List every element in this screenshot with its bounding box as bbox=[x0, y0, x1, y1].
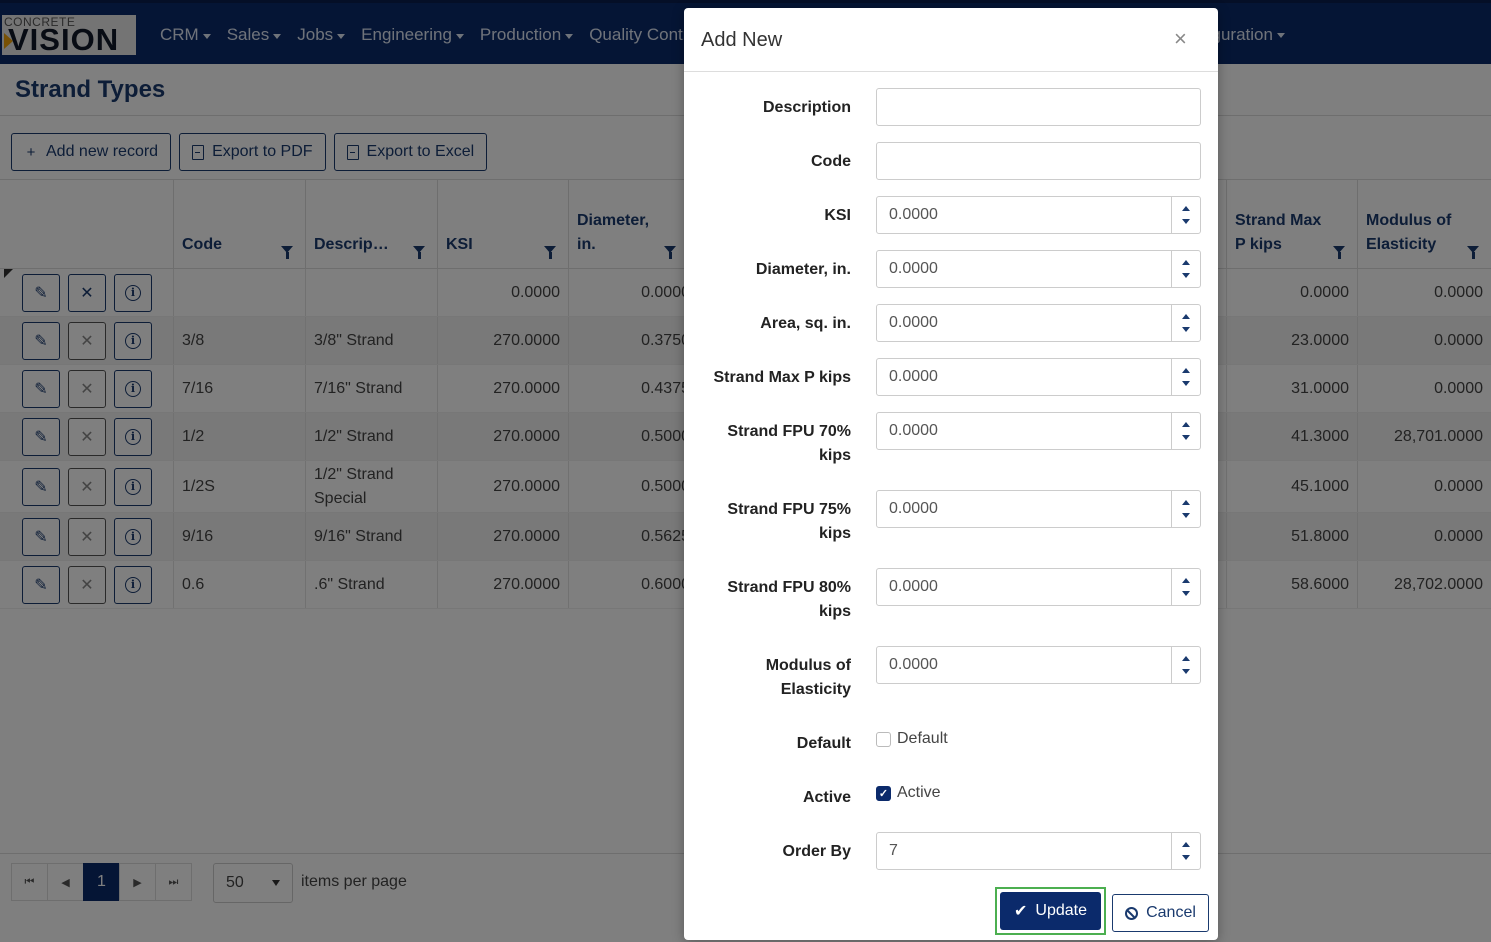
numeric-spinner[interactable] bbox=[1171, 833, 1200, 869]
numeric-spinner[interactable] bbox=[1171, 413, 1200, 449]
active-checkbox[interactable]: ✓ Active bbox=[876, 784, 941, 802]
active-label: Active bbox=[802, 789, 851, 806]
spin-up-icon[interactable] bbox=[1182, 656, 1190, 661]
numeric-spinner[interactable] bbox=[1171, 251, 1200, 287]
fpu75-label: Strand FPU 75% kips bbox=[727, 501, 851, 542]
spin-up-icon[interactable] bbox=[1182, 314, 1190, 319]
spin-down-icon[interactable] bbox=[1182, 669, 1190, 674]
description-label: Description bbox=[762, 99, 851, 116]
diameter-input[interactable]: 0.0000 bbox=[876, 250, 1201, 288]
spin-up-icon[interactable] bbox=[1182, 578, 1190, 583]
default-label: Default bbox=[796, 735, 851, 752]
spin-down-icon[interactable] bbox=[1182, 435, 1190, 440]
area-label: Area, sq. in. bbox=[760, 315, 851, 332]
diameter-label: Diameter, in. bbox=[755, 261, 851, 278]
spin-down-icon[interactable] bbox=[1182, 855, 1190, 860]
area-input[interactable]: 0.0000 bbox=[876, 304, 1201, 342]
add-new-dialog: Add New × Description Code KSI 0.0000 Di… bbox=[684, 8, 1218, 940]
checkbox-unchecked-icon[interactable] bbox=[876, 731, 891, 747]
dialog-title: Add New bbox=[701, 29, 783, 51]
max-p-label: Strand Max P kips bbox=[713, 369, 851, 386]
code-label: Code bbox=[811, 153, 851, 170]
spin-down-icon[interactable] bbox=[1182, 327, 1190, 332]
fpu70-label: Strand FPU 70% kips bbox=[727, 423, 851, 464]
order-by-label: Order By bbox=[782, 843, 851, 860]
numeric-spinner[interactable] bbox=[1171, 197, 1200, 233]
dialog-header: Add New × bbox=[684, 8, 1218, 72]
spin-up-icon[interactable] bbox=[1182, 206, 1190, 211]
close-icon[interactable]: × bbox=[1174, 26, 1187, 52]
code-input[interactable] bbox=[876, 142, 1201, 180]
spin-up-icon[interactable] bbox=[1182, 260, 1190, 265]
check-icon: ✔ bbox=[1014, 903, 1028, 920]
numeric-spinner[interactable] bbox=[1171, 647, 1200, 683]
order-by-input[interactable]: 7 bbox=[876, 832, 1201, 870]
max-p-input[interactable]: 0.0000 bbox=[876, 358, 1201, 396]
ksi-label: KSI bbox=[824, 207, 851, 224]
ban-icon bbox=[1125, 906, 1139, 920]
update-focus-ring: ✔ Update bbox=[995, 887, 1106, 935]
numeric-spinner[interactable] bbox=[1171, 491, 1200, 527]
numeric-spinner[interactable] bbox=[1171, 305, 1200, 341]
numeric-spinner[interactable] bbox=[1171, 359, 1200, 395]
fpu70-input[interactable]: 0.0000 bbox=[876, 412, 1201, 450]
spin-up-icon[interactable] bbox=[1182, 422, 1190, 427]
ksi-input[interactable]: 0.0000 bbox=[876, 196, 1201, 234]
spin-up-icon[interactable] bbox=[1182, 368, 1190, 373]
checkbox-checked-icon[interactable]: ✓ bbox=[876, 785, 891, 801]
spin-up-icon[interactable] bbox=[1182, 500, 1190, 505]
default-checkbox[interactable]: Default bbox=[876, 730, 948, 748]
spin-down-icon[interactable] bbox=[1182, 513, 1190, 518]
spin-up-icon[interactable] bbox=[1182, 842, 1190, 847]
fpu75-input[interactable]: 0.0000 bbox=[876, 490, 1201, 528]
cancel-button[interactable]: Cancel bbox=[1112, 894, 1209, 932]
fpu80-label: Strand FPU 80% kips bbox=[727, 579, 851, 620]
modulus-label: Modulus of Elasticity bbox=[765, 657, 851, 698]
update-button[interactable]: ✔ Update bbox=[1000, 892, 1101, 930]
fpu80-input[interactable]: 0.0000 bbox=[876, 568, 1201, 606]
spin-down-icon[interactable] bbox=[1182, 591, 1190, 596]
modulus-input[interactable]: 0.0000 bbox=[876, 646, 1201, 684]
numeric-spinner[interactable] bbox=[1171, 569, 1200, 605]
spin-down-icon[interactable] bbox=[1182, 219, 1190, 224]
description-input[interactable] bbox=[876, 88, 1201, 126]
spin-down-icon[interactable] bbox=[1182, 273, 1190, 278]
spin-down-icon[interactable] bbox=[1182, 381, 1190, 386]
